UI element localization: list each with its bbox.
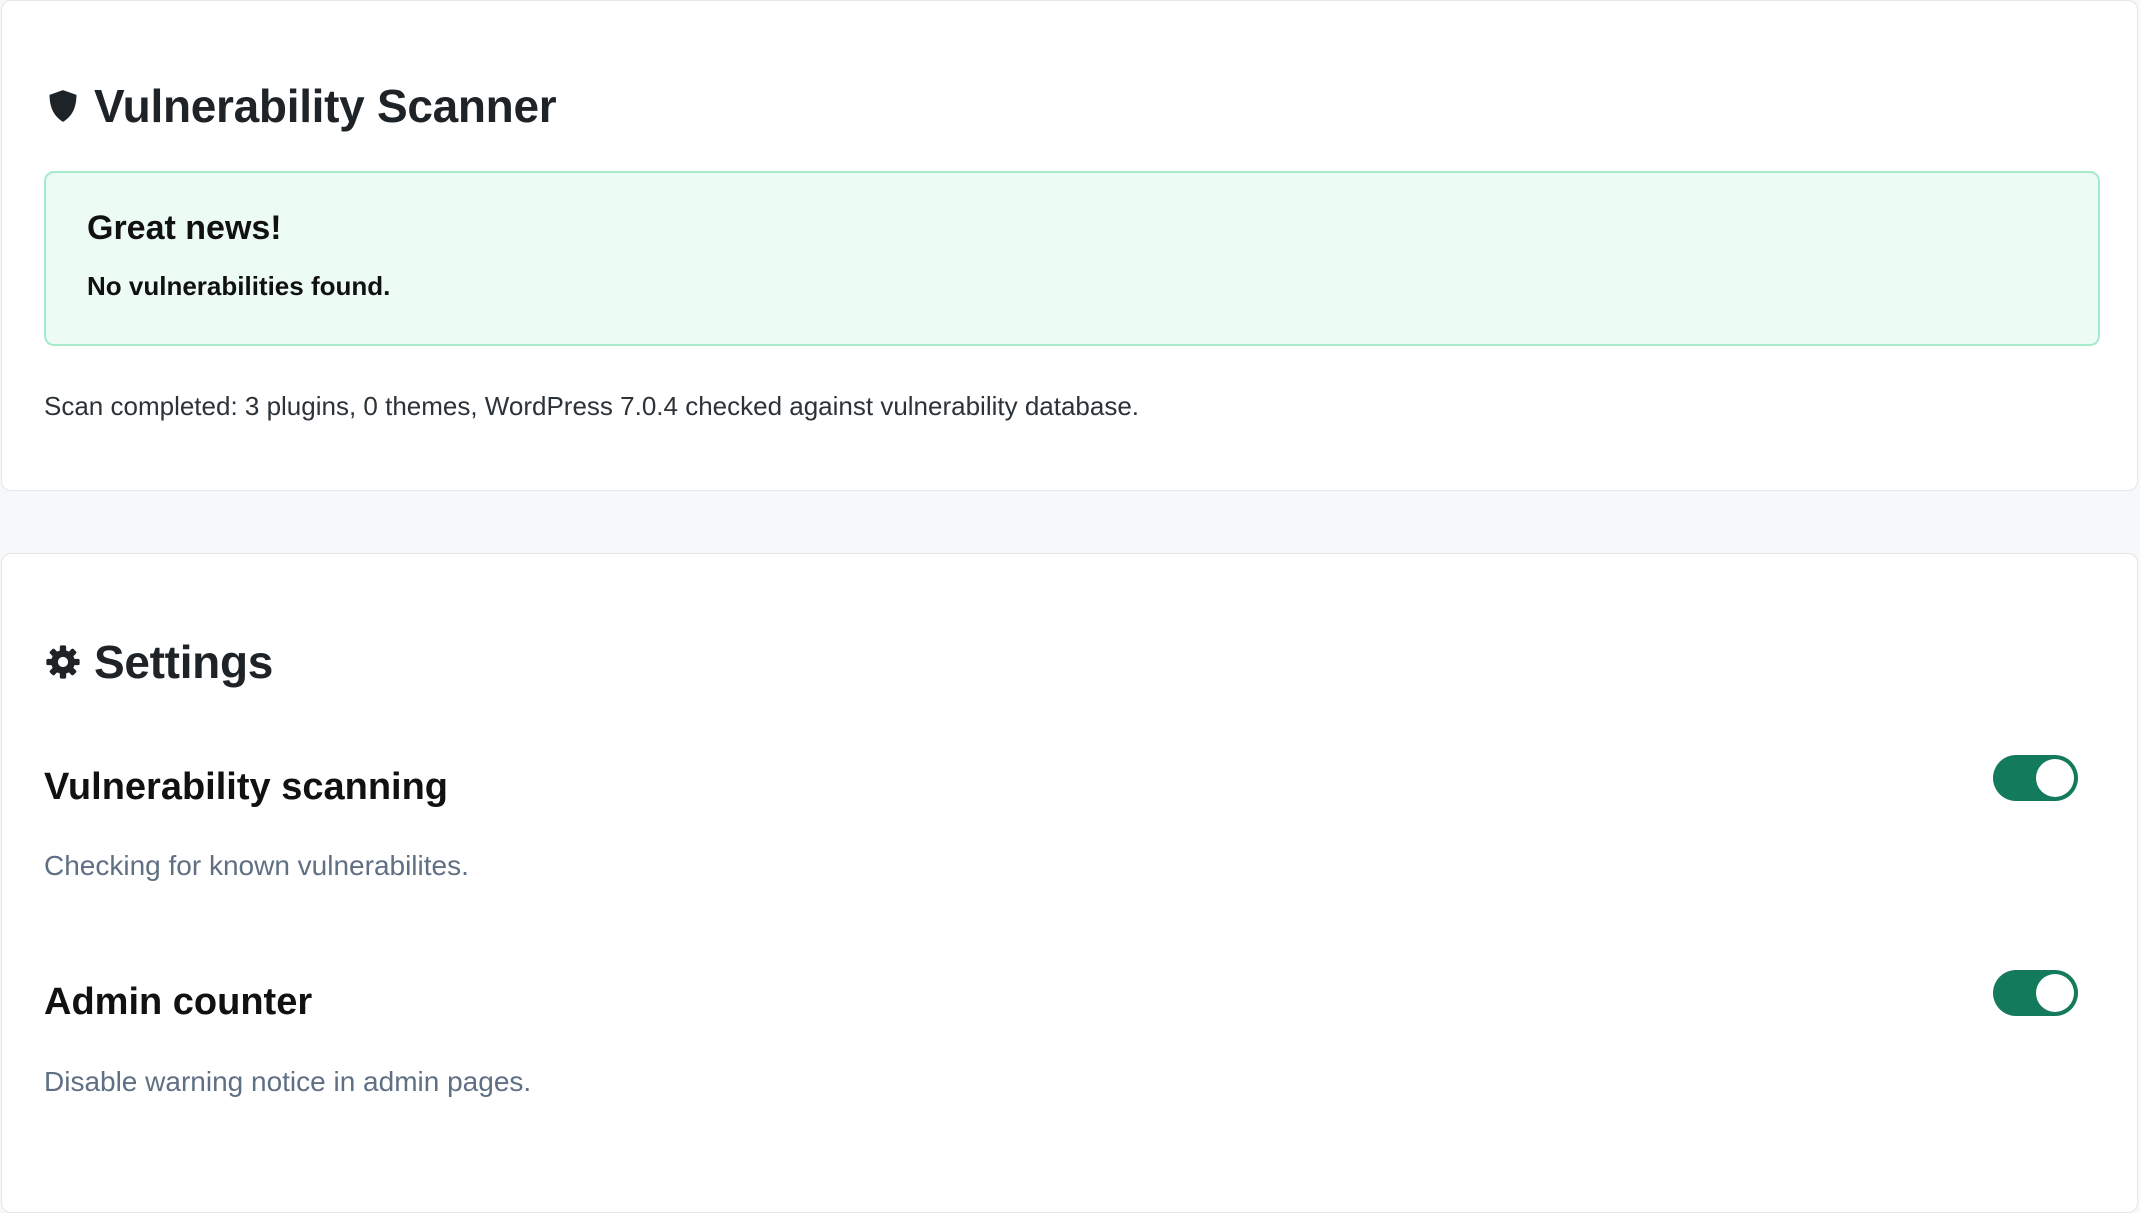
- scanner-title: Vulnerability Scanner: [94, 80, 557, 132]
- scanner-heading: Vulnerability Scanner: [44, 79, 557, 133]
- setting-title-admin-counter: Admin counter: [44, 981, 313, 1023]
- settings-heading: Settings: [44, 635, 273, 689]
- success-notice: Great news! No vulnerabilities found.: [44, 171, 2100, 346]
- notice-title: Great news!: [87, 209, 282, 247]
- setting-title-vulnerability-scanning: Vulnerability scanning: [44, 766, 449, 808]
- shield-icon: [44, 87, 82, 125]
- admin-counter-toggle[interactable]: [1993, 970, 2078, 1016]
- scan-summary: Scan completed: 3 plugins, 0 themes, Wor…: [44, 391, 1140, 421]
- gear-icon: [44, 643, 82, 681]
- toggle-knob: [2036, 759, 2074, 797]
- vulnerability-scanning-toggle[interactable]: [1993, 755, 2078, 801]
- setting-desc-vulnerability-scanning: Checking for known vulnerabilites.: [44, 850, 469, 881]
- notice-text: No vulnerabilities found.: [87, 271, 391, 301]
- settings-card: Settings Vulnerability scanning Checking…: [1, 553, 2138, 1213]
- scanner-card: Vulnerability Scanner Great news! No vul…: [1, 0, 2138, 491]
- settings-title: Settings: [94, 636, 274, 688]
- setting-desc-admin-counter: Disable warning notice in admin pages.: [44, 1066, 532, 1097]
- toggle-knob: [2036, 974, 2074, 1012]
